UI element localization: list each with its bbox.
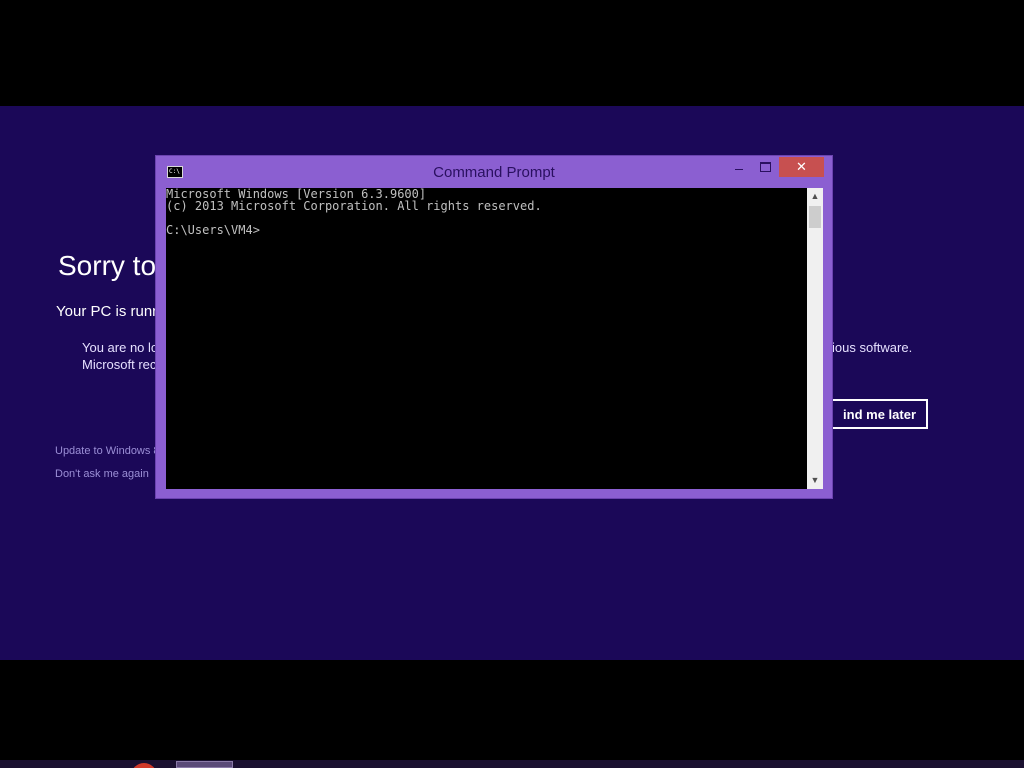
maximize-icon <box>760 162 771 172</box>
dont-ask-again-link[interactable]: Don't ask me again <box>55 468 149 480</box>
notice-body-tail: ious software. <box>832 340 913 355</box>
scroll-down-arrow-icon[interactable]: ▼ <box>807 472 823 489</box>
window-titlebar[interactable]: C:\ Command Prompt ✕ <box>156 156 832 188</box>
taskbar <box>0 760 1024 768</box>
close-icon: ✕ <box>796 159 807 174</box>
console-line: (c) 2013 Microsoft Corporation. All righ… <box>166 199 542 213</box>
scroll-up-arrow-icon[interactable]: ▲ <box>807 188 823 205</box>
notice-body-line: Microsoft rec <box>82 357 157 372</box>
screen: Sorry to Your PC is runni You are no lo … <box>0 0 1024 768</box>
notice-subtitle: Your PC is runni <box>56 303 164 320</box>
notice-title: Sorry to <box>58 250 157 281</box>
maximize-button[interactable] <box>752 157 778 177</box>
scrollbar-thumb[interactable] <box>809 206 821 228</box>
close-button[interactable]: ✕ <box>779 157 824 177</box>
vertical-scrollbar[interactable]: ▲ ▼ <box>807 188 823 489</box>
console-output[interactable]: Microsoft Windows [Version 6.3.9600] (c)… <box>166 188 807 489</box>
console-prompt-line[interactable]: C:\Users\VM4> <box>166 224 807 236</box>
update-to-windows-link[interactable]: Update to Windows 8. <box>55 445 163 457</box>
minimize-button[interactable] <box>726 157 752 177</box>
command-prompt-window[interactable]: C:\ Command Prompt ✕ Microsoft Windows [… <box>156 156 832 498</box>
notice-body-line: You are no lo <box>82 340 159 355</box>
taskbar-command-prompt-item[interactable] <box>176 761 233 768</box>
taskbar-app-icon[interactable] <box>131 763 157 768</box>
minimize-icon <box>735 169 743 170</box>
